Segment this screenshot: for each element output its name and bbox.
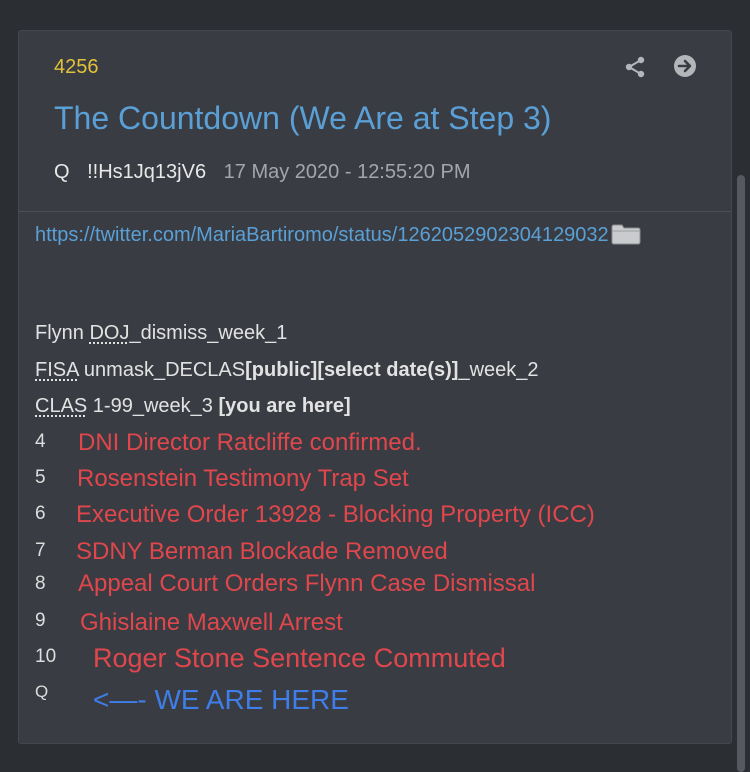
arrow-right-circle-icon[interactable]	[673, 54, 697, 78]
line2-bold: [public][select date(s)]	[245, 359, 459, 381]
body-line-2: FISA unmask_DECLAS[public][select date(s…	[35, 359, 539, 382]
post-meta: Q !!Hs1Jq13jV6 17 May 2020 - 12:55:20 PM	[54, 161, 470, 184]
body-line-3: CLAS 1-99_week_3 [you are here]	[35, 395, 351, 418]
step-text: DNI Director Ratcliffe confirmed.	[78, 429, 422, 456]
author-name: Q	[54, 161, 70, 183]
post-timestamp: 17 May 2020 - 12:55:20 PM	[223, 161, 471, 183]
post-title: The Countdown (We Are at Step 3)	[54, 100, 552, 136]
abbr-clas: CLAS	[35, 395, 88, 417]
abbr-fisa: FISA	[35, 359, 79, 381]
abbr-doj: DOJ	[89, 322, 130, 344]
share-icon[interactable]	[624, 56, 646, 78]
line2-post: _week_2	[458, 359, 539, 381]
tripcode: !!Hs1Jq13jV6	[87, 161, 207, 183]
post-number[interactable]: 4256	[54, 56, 99, 79]
twitter-link[interactable]: https://twitter.com/MariaBartiromo/statu…	[35, 218, 675, 252]
step-number: 7	[35, 540, 46, 561]
step-text: SDNY Berman Blockade Removed	[76, 538, 448, 565]
step-text: Ghislaine Maxwell Arrest	[80, 609, 343, 636]
line3-bold: [you are here]	[218, 395, 351, 417]
scrollbar-thumb[interactable]	[737, 175, 745, 772]
step-number: 9	[35, 610, 46, 631]
post-header: 4256 The Countdown (We Are at Step 3) Q …	[19, 31, 731, 212]
link-text-line1[interactable]: https://twitter.com/MariaBartiromo/statu…	[35, 224, 553, 246]
step-text: Roger Stone Sentence Commuted	[93, 643, 506, 673]
step-number: Q	[35, 682, 49, 701]
step-number: 10	[35, 646, 57, 667]
page: 4256 The Countdown (We Are at Step 3) Q …	[0, 0, 750, 772]
step-number: 5	[35, 467, 46, 488]
line1-post: _dismiss_week_1	[129, 322, 288, 344]
we-are-here-annotation: <—- WE ARE HERE	[93, 684, 349, 715]
link-text-line2[interactable]: 29032	[553, 224, 609, 246]
step-text: Executive Order 13928 - Blocking Propert…	[76, 501, 595, 528]
step-number: 8	[35, 573, 46, 594]
line3-mid: 1-99_week_3	[87, 395, 219, 417]
folder-icon[interactable]	[611, 223, 641, 245]
line1-pre: Flynn	[35, 322, 90, 344]
step-text: Rosenstein Testimony Trap Set	[77, 465, 409, 492]
line2-mid: unmask_DECLAS	[78, 359, 246, 381]
body-line-1: Flynn DOJ_dismiss_week_1	[35, 322, 287, 345]
step-number: 6	[35, 503, 46, 524]
step-text: Appeal Court Orders Flynn Case Dismissal	[78, 570, 536, 597]
step-number: 4	[35, 431, 46, 452]
